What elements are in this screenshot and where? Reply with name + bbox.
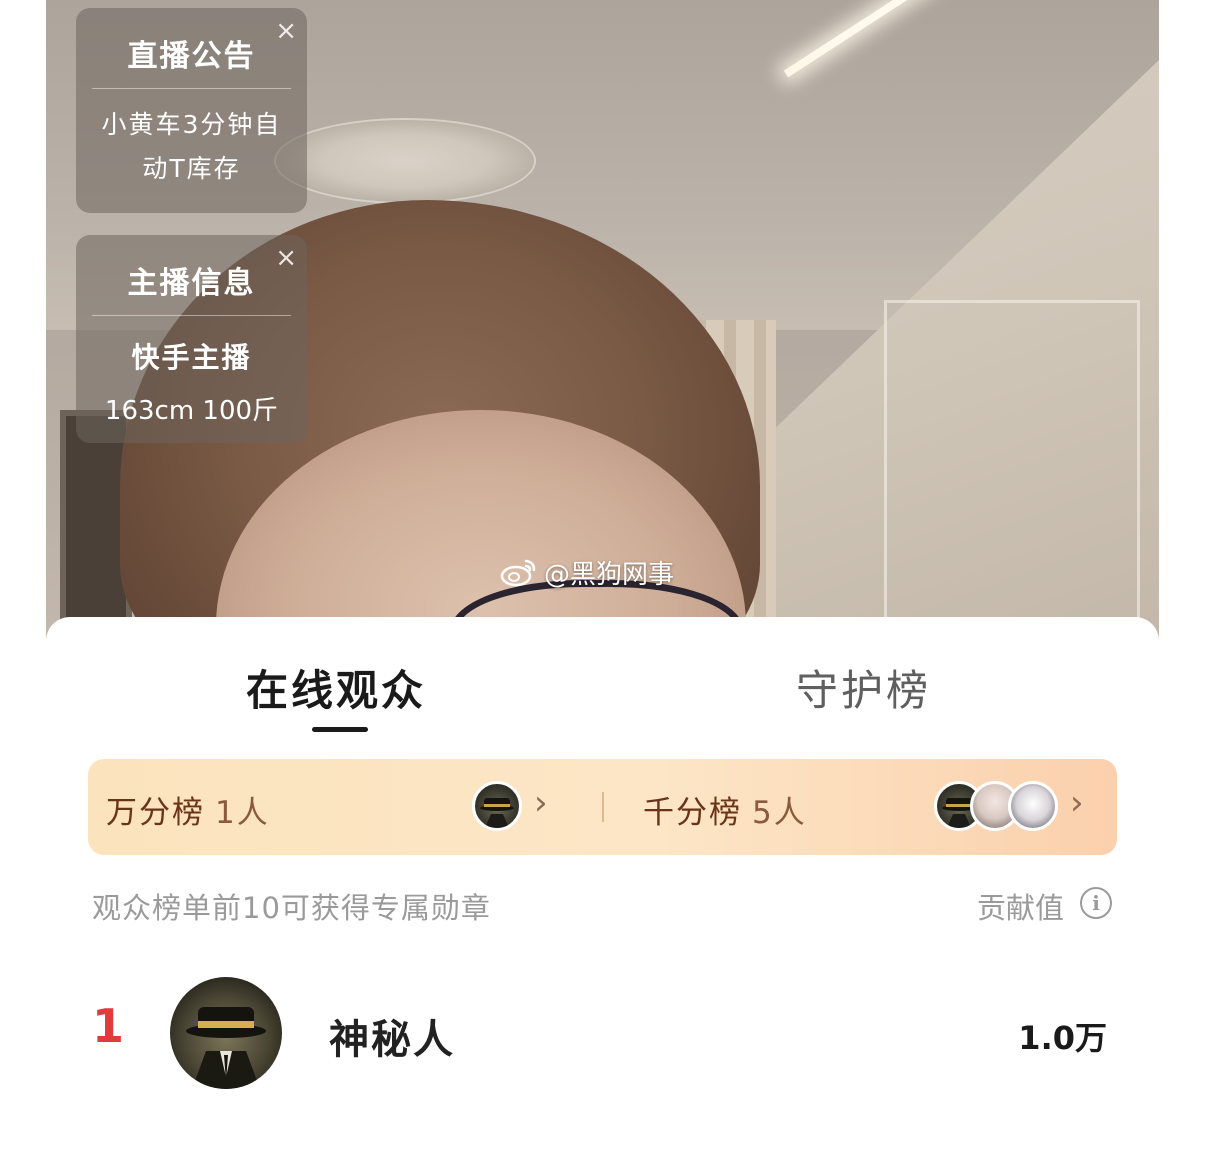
tab-bar: 在线观众 守护榜 <box>46 617 1159 737</box>
active-tab-indicator <box>312 727 368 732</box>
tier-label: 千分榜 <box>643 795 742 831</box>
avatar <box>1008 781 1058 831</box>
tab-guardian-board[interactable]: 守护榜 <box>796 657 931 718</box>
notice-title: 直播公告 <box>127 39 256 74</box>
host-info-card: × 主播信息 快手主播 163cm 100斤 <box>76 235 307 443</box>
viewer-name: 神秘人 <box>329 1017 455 1063</box>
live-notice-card: × 直播公告 小黄车3分钟自 动T库存 <box>76 8 307 213</box>
info-icon[interactable]: i <box>1080 887 1112 919</box>
host-stats: 163cm 100斤 <box>104 396 279 426</box>
leaderboard-hint: 观众榜单前10可获得专属勋章 <box>92 891 491 925</box>
divider <box>602 792 604 822</box>
contribution-label: 贡献值 <box>976 891 1064 925</box>
chevron-right-icon[interactable]: › <box>1070 783 1084 823</box>
hint-row: 观众榜单前10可获得专属勋章 贡献值 i <box>92 885 1112 925</box>
host-info-title: 主播信息 <box>127 266 256 301</box>
ceiling-medallion <box>274 118 536 204</box>
avatar <box>472 781 522 831</box>
watermark-text: @黑狗网事 <box>544 559 675 590</box>
tier-1k-button[interactable]: 千分榜 5人 <box>643 787 807 832</box>
tier-count: 5人 <box>752 795 807 831</box>
rank-number: 1 <box>92 999 125 1053</box>
wall-panel <box>884 300 1140 636</box>
close-icon[interactable]: × <box>275 18 297 44</box>
tier-count: 1人 <box>215 795 270 831</box>
host-name: 快手主播 <box>131 341 252 374</box>
notice-line: 动T库存 <box>142 154 241 183</box>
list-item[interactable]: 1 神秘人 1.0万 <box>46 977 1159 1089</box>
tab-online-audience[interactable]: 在线观众 <box>246 657 426 718</box>
notice-body: 小黄车3分钟自 动T库存 <box>76 89 307 191</box>
contribution-value: 1.0万 <box>1018 1019 1107 1057</box>
watermark: @黑狗网事 <box>500 552 674 592</box>
tier-10k-button[interactable]: 万分榜 1人 <box>106 787 270 832</box>
tier-label: 万分榜 <box>106 795 205 831</box>
notice-line: 小黄车3分钟自 <box>101 110 282 139</box>
chevron-right-icon[interactable]: › <box>534 783 548 823</box>
audience-sheet: 在线观众 守护榜 万分榜 1人 › 千分榜 5人 › 观众榜单前10可获得专属勋… <box>46 617 1159 1157</box>
weibo-logo-icon <box>500 557 538 587</box>
tier-bar: 万分榜 1人 › 千分榜 5人 › <box>88 759 1117 855</box>
avatar <box>170 977 282 1089</box>
close-icon[interactable]: × <box>275 245 297 271</box>
